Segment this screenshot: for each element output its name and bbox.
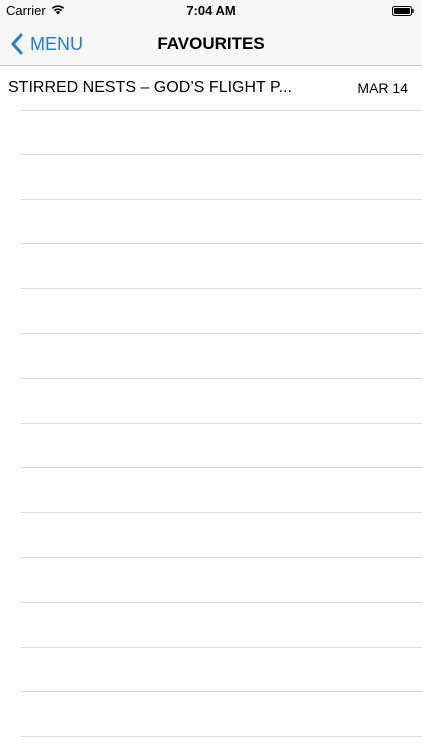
empty-row bbox=[20, 110, 422, 155]
status-time: 7:04 AM bbox=[186, 3, 236, 18]
empty-row bbox=[20, 648, 422, 693]
list-item-date: MAR 14 bbox=[357, 80, 408, 96]
back-button-label: MENU bbox=[30, 33, 83, 54]
favourites-list: STIRRED NESTS – GOD’S FLIGHT P... MAR 14 bbox=[0, 66, 422, 738]
empty-row bbox=[20, 244, 422, 290]
menu-back-button[interactable]: MENU bbox=[10, 22, 83, 66]
status-bar: Carrier 7:04 AM bbox=[0, 0, 422, 22]
navigation-bar: MENU FAVOURITES bbox=[0, 22, 422, 66]
empty-row bbox=[20, 379, 422, 424]
empty-row bbox=[20, 603, 422, 648]
list-item[interactable]: STIRRED NESTS – GOD’S FLIGHT P... MAR 14 bbox=[0, 66, 422, 111]
empty-row bbox=[20, 289, 422, 334]
empty-row bbox=[20, 513, 422, 558]
empty-row bbox=[20, 155, 422, 200]
list-item-title: STIRRED NESTS – GOD’S FLIGHT P... bbox=[8, 79, 292, 96]
empty-row bbox=[20, 334, 422, 379]
battery-icon bbox=[392, 6, 414, 16]
chevron-left-icon bbox=[11, 33, 23, 55]
empty-row bbox=[20, 424, 422, 469]
empty-row bbox=[20, 692, 422, 738]
empty-row bbox=[20, 200, 422, 245]
empty-row bbox=[20, 558, 422, 603]
empty-row bbox=[20, 468, 422, 514]
